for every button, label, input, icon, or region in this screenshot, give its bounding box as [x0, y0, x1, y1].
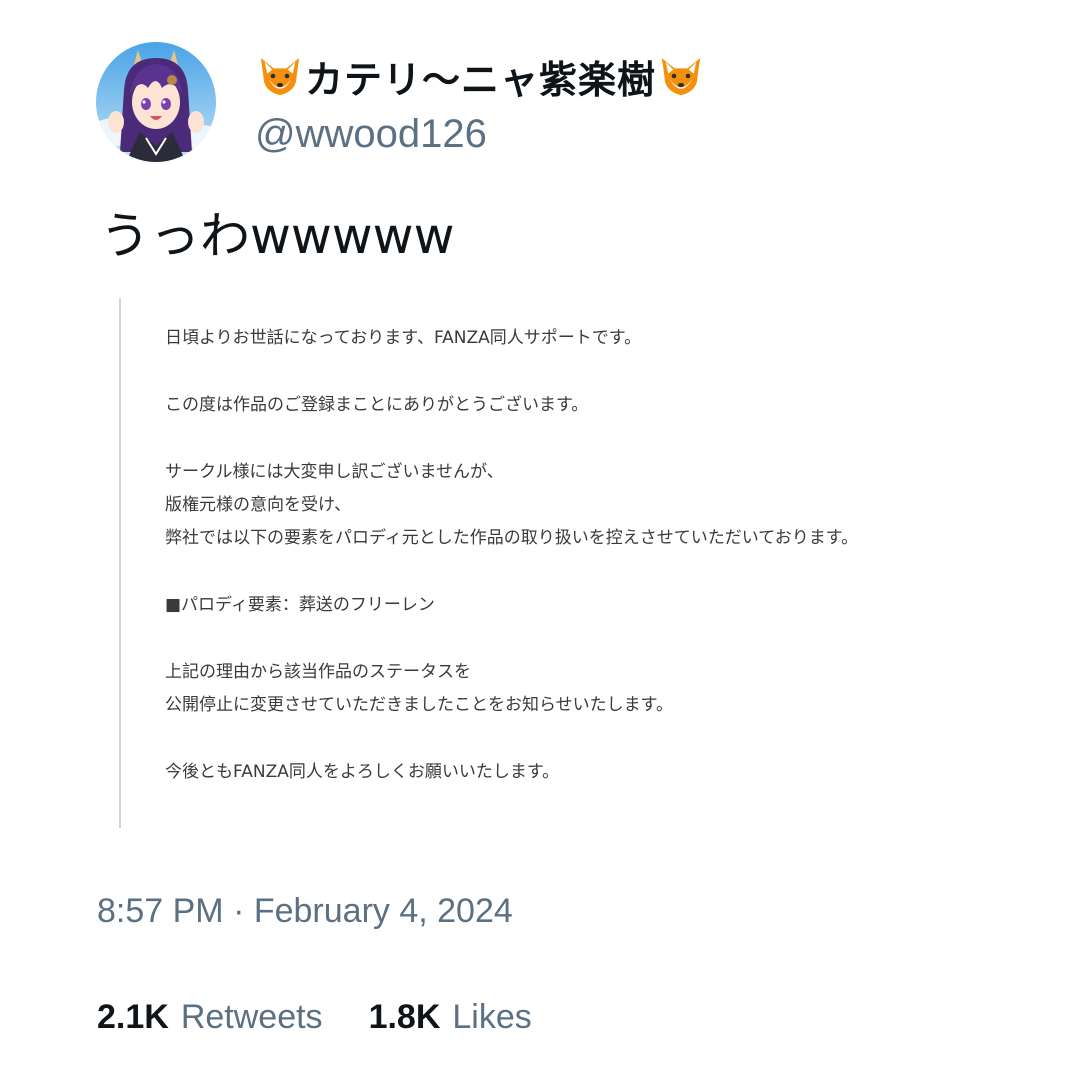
- tweet-text: うっわwwwww: [100, 207, 455, 265]
- user-handle[interactable]: @wwood126: [255, 112, 487, 157]
- notice-line: 公開停止に変更させていただきましたことをお知らせいたします。: [165, 695, 673, 715]
- fox-face-icon: [260, 58, 300, 96]
- retweets-count: 2.1K: [97, 998, 169, 1036]
- quote-divider: [119, 298, 121, 828]
- likes-stat[interactable]: 1.8K Likes: [369, 998, 532, 1037]
- notice-paragraph: サークル様には大変申し訳ございませんが、 版権元様の意向を受け、弊社では以下の要素…: [165, 456, 965, 555]
- notice-line: 版権元様の意向を受け、: [165, 495, 352, 515]
- tweet-stats: 2.1K Retweets 1.8K Likes: [97, 998, 532, 1037]
- notice-paragraph: ■パロディ要素：葬送のフリーレン: [165, 589, 965, 622]
- avatar[interactable]: [96, 42, 216, 162]
- notice-line: 弊社では以下の要素をパロディ元とした作品の取り扱いを控えさせていただいております…: [165, 528, 859, 548]
- notice-paragraph: 今後ともFANZA同人をよろしくお願いいたします。: [165, 756, 965, 789]
- tweet-timestamp[interactable]: 8:57 PM · February 4, 2024: [97, 892, 513, 931]
- notice-line: 今後ともFANZA同人をよろしくお願いいたします。: [165, 762, 560, 782]
- notice-line: この度は作品のご登録まことにありがとうございます。: [165, 395, 589, 415]
- notice-paragraph: この度は作品のご登録まことにありがとうございます。: [165, 389, 965, 422]
- notice-line: サークル様には大変申し訳ございませんが、: [165, 462, 504, 482]
- avatar-illustration: [96, 42, 216, 162]
- notice-line: 日頃よりお世話になっております、FANZA同人サポートです。: [165, 328, 642, 348]
- attached-notice: 日頃よりお世話になっております、FANZA同人サポートです。 この度は作品のご登録…: [165, 322, 965, 823]
- likes-label: Likes: [452, 998, 532, 1036]
- retweets-label: Retweets: [180, 998, 323, 1036]
- display-name[interactable]: カテリ～ニャ紫楽樹: [255, 48, 706, 104]
- notice-paragraph: 日頃よりお世話になっております、FANZA同人サポートです。: [165, 322, 965, 355]
- retweets-stat[interactable]: 2.1K Retweets: [97, 998, 323, 1037]
- notice-paragraph: 上記の理由から該当作品のステータスを公開停止に変更させていただきましたことをお知…: [165, 656, 965, 722]
- likes-count: 1.8K: [368, 998, 441, 1036]
- notice-line: ■パロディ要素：葬送のフリーレン: [165, 595, 435, 615]
- fox-face-icon: [661, 58, 701, 96]
- display-name-text: カテリ～ニャ紫楽樹: [305, 57, 657, 102]
- notice-line: 上記の理由から該当作品のステータスを: [165, 662, 471, 682]
